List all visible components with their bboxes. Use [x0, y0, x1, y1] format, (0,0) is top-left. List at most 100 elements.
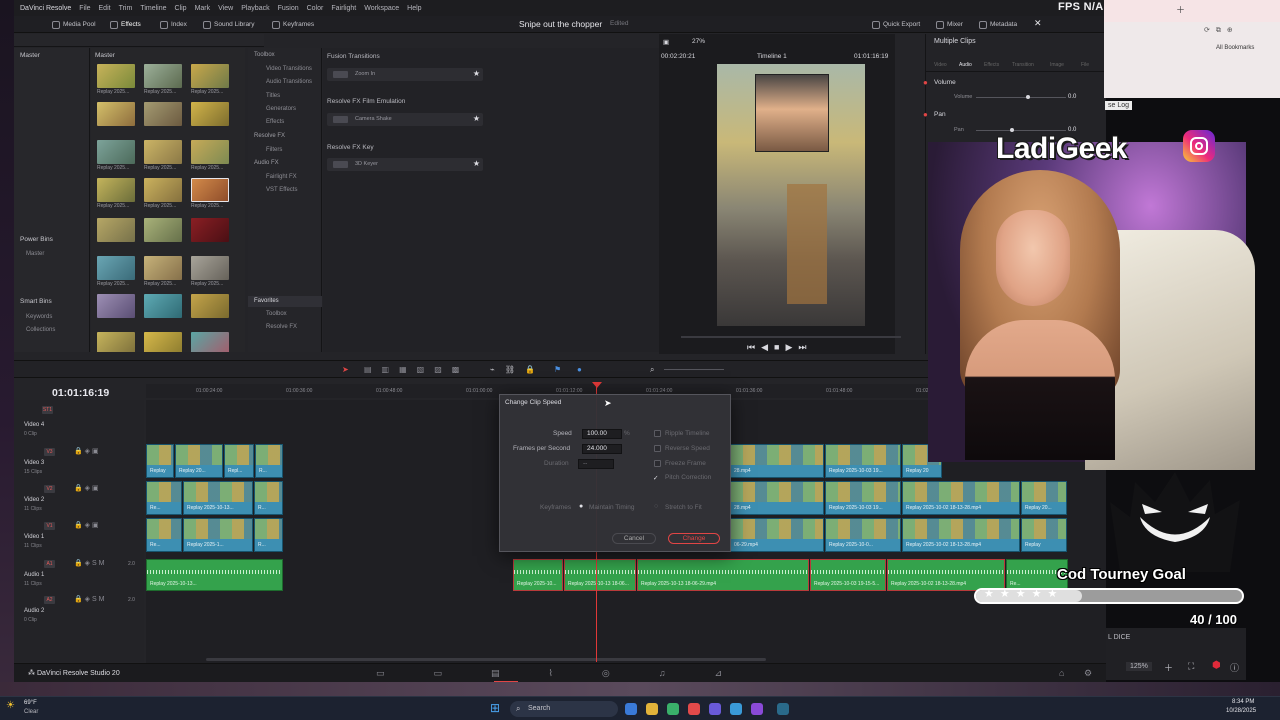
clip-thumbnail[interactable]	[144, 332, 182, 352]
clip-thumbnail[interactable]	[97, 294, 135, 318]
favorite-star-icon[interactable]: ★	[473, 69, 480, 78]
viewer-video-frame[interactable]	[717, 64, 865, 326]
track-controls-icons[interactable]: 🔒 ◈ ▣	[74, 447, 99, 455]
tree-fairlight-fx[interactable]: Fairlight FX	[266, 174, 297, 180]
timeline-clip[interactable]: R...	[255, 444, 283, 478]
pan-slider[interactable]	[976, 130, 1066, 131]
audio-clip[interactable]: Replay 2025-10...	[513, 559, 563, 591]
timeline-clip[interactable]: Replay	[146, 444, 174, 478]
clip-thumbnail[interactable]	[97, 332, 135, 352]
tree-generators[interactable]: Generators	[266, 106, 296, 112]
taskbar-app-icon[interactable]	[709, 703, 721, 715]
tree-fav-resolve-fx[interactable]: Resolve FX	[266, 324, 297, 330]
track-v1-badge[interactable]: V1	[44, 522, 55, 530]
effect-item[interactable]: Zoom In ★	[327, 68, 483, 81]
tab-image[interactable]: Image	[1050, 62, 1064, 68]
track-v3-badge[interactable]: V3	[44, 448, 55, 456]
audio-clip[interactable]: Replay 2025-10-13...	[146, 559, 283, 591]
tab-file[interactable]: File	[1081, 62, 1089, 68]
weather-icon[interactable]: ☀	[6, 700, 15, 711]
timeline-clip[interactable]: Re...	[146, 481, 182, 515]
freeze-frame-checkbox[interactable]	[654, 460, 661, 467]
effect-item[interactable]: Camera Shake ★	[327, 113, 483, 126]
clip-thumbnail[interactable]	[191, 64, 229, 88]
timeline-clip[interactable]: Replay 2025-10-02 18-13-28.mp4	[902, 518, 1020, 552]
clip-thumbnail[interactable]	[144, 256, 182, 280]
pitch-correction-checkbox[interactable]: ✓	[653, 474, 658, 482]
ripple-timeline-checkbox[interactable]	[654, 430, 661, 437]
record-icon[interactable]: ⬢	[1212, 660, 1221, 671]
audio-clip[interactable]: Replay 2025-10-13 18-06...	[564, 559, 636, 591]
info-icon[interactable]: ⓘ	[1230, 661, 1239, 674]
maintain-timing-radio[interactable]: ●	[579, 503, 583, 510]
clip-thumbnail[interactable]	[144, 218, 182, 242]
track-controls-icons[interactable]: 🔒 ◈ ▣	[74, 521, 99, 529]
volume-slider[interactable]	[976, 97, 1066, 98]
timeline-clip[interactable]: Replay 2025-1...	[183, 518, 253, 552]
tab-audio[interactable]: Audio	[959, 62, 972, 68]
clip-thumbnail[interactable]	[97, 140, 135, 164]
viewer-zoom[interactable]: 27%	[692, 38, 705, 45]
browser-tab-label[interactable]: se Log	[1105, 101, 1133, 110]
timeline-clip[interactable]: 28.mp4	[730, 444, 824, 478]
zoom-in-icon[interactable]: ＋	[1164, 661, 1173, 674]
zoom-slider[interactable]	[664, 369, 724, 370]
clip-thumbnail[interactable]	[191, 218, 229, 242]
menu-help[interactable]: Help	[407, 5, 421, 12]
clip-thumbnail[interactable]	[191, 102, 229, 126]
clip-thumbnail[interactable]	[144, 102, 182, 126]
viewer-zoom-icon[interactable]: ▣	[663, 38, 669, 46]
timeline-clip[interactable]: Repl...	[224, 444, 254, 478]
clip-thumbnail[interactable]	[97, 178, 135, 202]
tree-resolve-fx[interactable]: Resolve FX	[254, 133, 285, 139]
menu-workspace[interactable]: Workspace	[364, 5, 399, 12]
keyframes-button[interactable]: Keyframes	[272, 19, 314, 30]
timeline-clip[interactable]: R...	[254, 518, 283, 552]
cancel-button[interactable]: Cancel	[612, 533, 656, 544]
track-controls-icons[interactable]: 🔒 ◈ S M	[74, 559, 104, 567]
volume-value[interactable]: 0.0	[1068, 94, 1076, 100]
new-tab-icon[interactable]: ＋	[1176, 3, 1185, 16]
clip-thumbnail[interactable]	[144, 178, 182, 202]
taskbar-app-icon[interactable]	[688, 703, 700, 715]
tree-fav-toolbox[interactable]: Toolbox	[266, 311, 287, 317]
mixer-button[interactable]: Mixer	[936, 19, 963, 30]
zoom-level[interactable]: 125%	[1126, 662, 1152, 671]
smart-bin-keywords[interactable]: Keywords	[26, 314, 52, 320]
taskbar-app-icon[interactable]	[751, 703, 763, 715]
sound-library-button[interactable]: Sound Library	[203, 19, 254, 30]
tab-effects[interactable]: Effects	[984, 62, 999, 68]
tree-effects[interactable]: Effects	[266, 119, 284, 125]
menu-mark[interactable]: Mark	[195, 5, 211, 12]
track-a2-badge[interactable]: A2	[44, 596, 55, 604]
tab-video[interactable]: Video	[934, 62, 947, 68]
clip-thumbnail[interactable]	[191, 332, 229, 352]
tree-vst-effects[interactable]: VST Effects	[266, 187, 297, 193]
audio-clip[interactable]: Replay 2025-10-03 19-15-5...	[810, 559, 886, 591]
timeline-clip[interactable]: Replay 2025-10-0...	[825, 518, 901, 552]
timeline-clip[interactable]: 06-29.mp4	[730, 518, 824, 552]
tree-favorites[interactable]: Favorites	[248, 296, 322, 307]
home-icon[interactable]: ⌂	[1059, 668, 1064, 678]
reverse-speed-checkbox[interactable]	[654, 445, 661, 452]
pan-section[interactable]: Pan	[934, 111, 946, 118]
power-bin-master[interactable]: Master	[26, 251, 44, 257]
browser-action-icons[interactable]: ⟳⧉⊕	[1204, 26, 1239, 35]
inspector-button[interactable]: ✕	[1034, 18, 1042, 29]
menu-clip[interactable]: Clip	[175, 5, 187, 12]
taskbar-app-icon[interactable]	[667, 703, 679, 715]
menu-file[interactable]: File	[79, 5, 90, 12]
menu-color[interactable]: Color	[307, 5, 324, 12]
clip-thumbnail-selected[interactable]	[191, 178, 229, 202]
track-v2-badge[interactable]: V2	[44, 485, 55, 493]
marker-icon[interactable]: ●	[577, 365, 582, 374]
timeline-clip[interactable]: Re...	[146, 518, 182, 552]
metadata-button[interactable]: Metadata	[979, 19, 1017, 30]
clip-thumbnail[interactable]	[97, 64, 135, 88]
timeline-clip[interactable]: Replay	[1021, 518, 1067, 552]
power-bins-header[interactable]: Power Bins	[20, 236, 53, 243]
menu-fairlight[interactable]: Fairlight	[331, 5, 356, 12]
speed-input[interactable]: 100.00	[582, 429, 622, 439]
clip-thumbnail[interactable]	[144, 294, 182, 318]
taskbar-app-icon[interactable]	[730, 703, 742, 715]
